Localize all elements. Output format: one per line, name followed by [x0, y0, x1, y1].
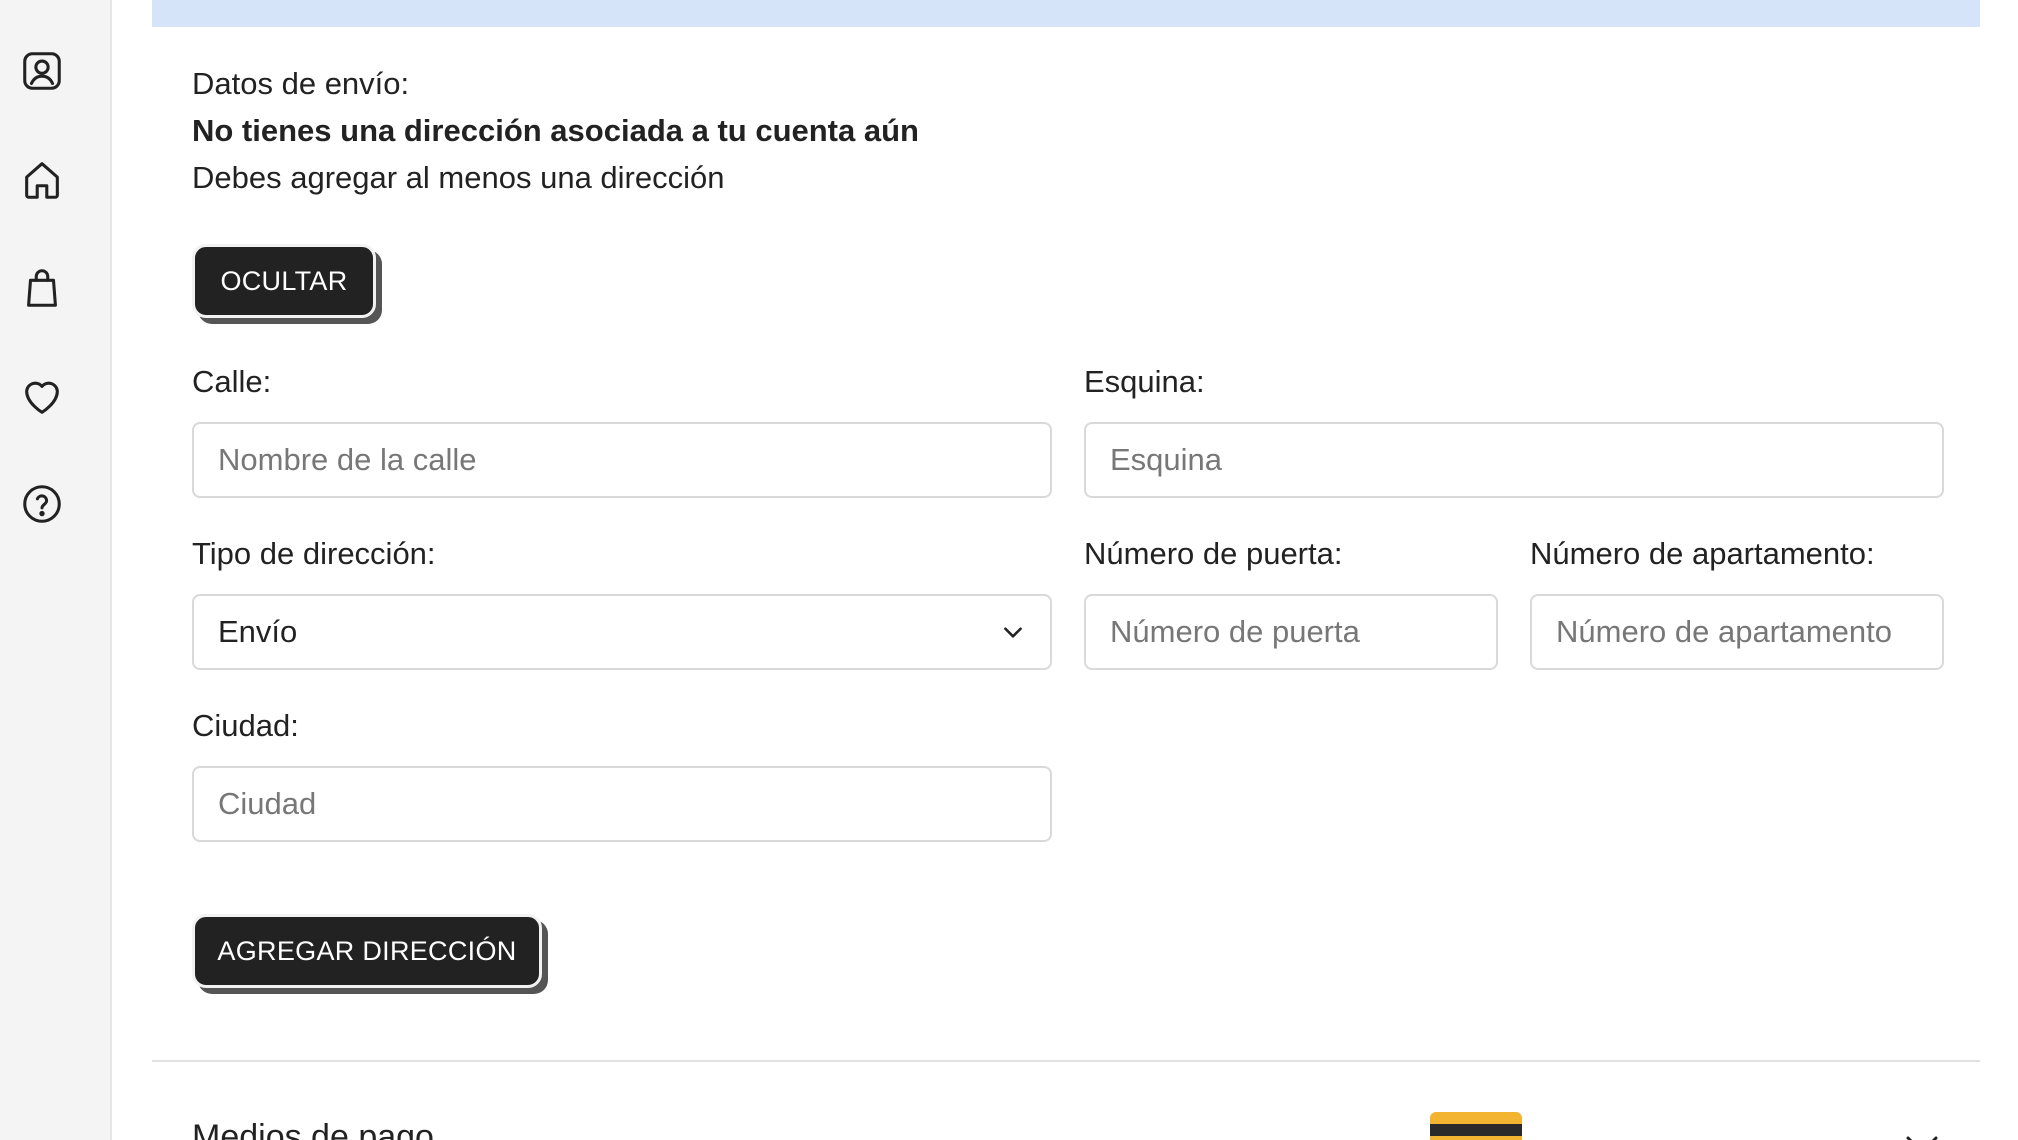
- apartment-number-label: Número de apartamento:: [1530, 536, 1875, 571]
- bag-icon: [27, 269, 57, 307]
- help-icon: [23, 485, 61, 523]
- city-input[interactable]: [192, 766, 1052, 842]
- add-address-button[interactable]: AGREGAR DIRECCIÓN: [192, 914, 542, 988]
- profile-nav-button[interactable]: [19, 48, 65, 94]
- corner-input[interactable]: [1084, 422, 1944, 498]
- hide-button[interactable]: OCULTAR: [192, 244, 376, 318]
- user-icon: [23, 52, 61, 90]
- add-address-hint: Debes agregar al menos una dirección: [192, 160, 725, 195]
- street-label: Calle:: [192, 364, 272, 399]
- credit-card-icon: [1430, 1112, 1522, 1140]
- bag-nav-button[interactable]: [19, 265, 65, 311]
- help-nav-button[interactable]: [19, 481, 65, 527]
- section-banner: [152, 0, 1980, 27]
- payment-methods-title[interactable]: Medios de pago: [192, 1118, 434, 1140]
- home-nav-button[interactable]: [19, 157, 65, 203]
- sidebar: [0, 0, 112, 1140]
- no-address-message: No tienes una dirección asociada a tu cu…: [192, 113, 919, 148]
- main-content: Datos de envío: No tienes una dirección …: [112, 0, 2018, 1140]
- section-divider: [152, 1060, 1980, 1062]
- address-type-value: Envío: [218, 614, 298, 649]
- chevron-down-icon: [1004, 627, 1022, 638]
- chevron-down-icon[interactable]: [1902, 1124, 1942, 1140]
- city-label: Ciudad:: [192, 708, 299, 743]
- address-type-label: Tipo de dirección:: [192, 536, 436, 571]
- address-type-select[interactable]: Envío: [192, 594, 1052, 670]
- favorites-nav-button[interactable]: [19, 373, 65, 419]
- shipping-title: Datos de envío:: [192, 66, 410, 101]
- heart-icon: [25, 381, 59, 414]
- apartment-number-input[interactable]: [1530, 594, 1944, 670]
- home-icon: [25, 162, 59, 199]
- corner-label: Esquina:: [1084, 364, 1205, 399]
- door-number-label: Número de puerta:: [1084, 536, 1343, 571]
- street-input[interactable]: [192, 422, 1052, 498]
- door-number-input[interactable]: [1084, 594, 1498, 670]
